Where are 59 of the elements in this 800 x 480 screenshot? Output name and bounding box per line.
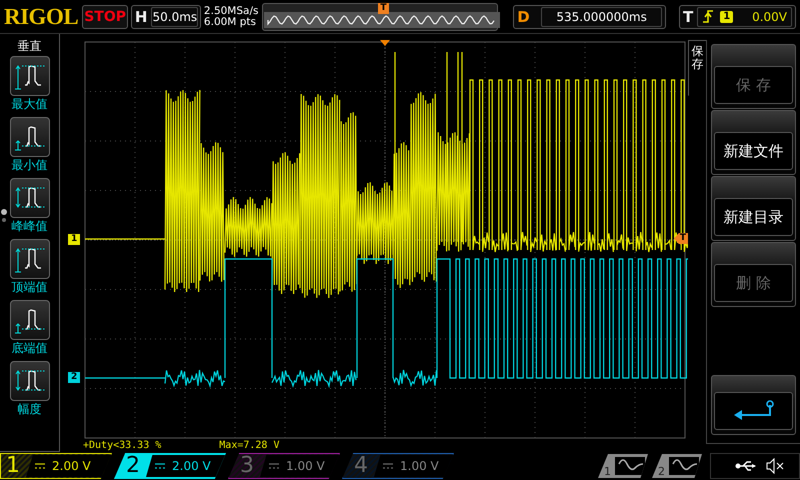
dc-coupling-icon — [154, 462, 166, 470]
sine-wave-icon — [667, 456, 701, 476]
speaker-muted-icon — [765, 458, 785, 474]
measure-button[interactable] — [10, 239, 50, 279]
measure-label: 顶端值 — [12, 279, 48, 295]
measure-label: 幅度 — [18, 401, 42, 417]
delay-value: 535.000000ms — [541, 6, 662, 26]
menu-tab[interactable]: 保存 — [688, 40, 706, 109]
return-arrow-icon — [732, 399, 776, 423]
measurement-readout: Max=7.28 V — [219, 440, 280, 452]
measure-label: 最小值 — [12, 157, 48, 173]
measure-button[interactable] — [10, 56, 50, 96]
delay-box[interactable]: D 535.000000ms — [513, 4, 666, 28]
brand-logo: RIGOL — [4, 4, 80, 30]
measure-label: 底端值 — [12, 340, 48, 356]
trigger-position-icon — [380, 40, 390, 46]
channel-tab[interactable]: 3 1.00 V — [228, 453, 340, 479]
menu-tab-label: 保存 — [692, 43, 704, 74]
trigger-source-badge: 1 — [720, 10, 734, 22]
softkey-button[interactable]: 新建目录 — [711, 176, 796, 241]
generator-button[interactable]: 1 — [598, 454, 648, 478]
dc-coupling-icon — [34, 462, 46, 470]
memory-depth: 6.00M pts — [204, 16, 257, 28]
measure-label: 最大值 — [12, 96, 48, 112]
trigger-label: T — [682, 8, 694, 26]
sine-wave-icon — [613, 456, 647, 476]
softkey-button[interactable]: 新建文件 — [711, 110, 796, 175]
rising-edge-icon — [702, 8, 714, 24]
usb-icon — [735, 460, 757, 472]
horizontal-scale-box[interactable]: H 50.0ms — [130, 4, 201, 28]
horizontal-label: H — [134, 8, 148, 26]
measurement-readout: +Duty<33.33 % — [83, 440, 162, 452]
run-stop-button[interactable]: STOP — [82, 4, 128, 28]
generator-button[interactable]: 2 — [652, 454, 702, 478]
menu-title: 垂直 — [18, 38, 42, 54]
horizontal-scale-value: 50.0ms — [151, 6, 198, 26]
dc-coupling-icon — [268, 462, 280, 470]
trigger-level-value: 0.00V — [752, 10, 787, 24]
measure-button[interactable] — [10, 117, 50, 157]
channel-tab[interactable]: 4 1.00 V — [342, 453, 454, 479]
measure-button[interactable] — [10, 361, 50, 401]
sample-rate: 2.50MSa/s — [204, 6, 260, 16]
measure-label: 峰峰值 — [12, 218, 48, 234]
trigger-box[interactable]: T 1 0.00V — [678, 4, 796, 28]
delay-label: D — [517, 8, 531, 26]
channel-scale: 1.00 V — [286, 459, 325, 473]
measure-button[interactable] — [10, 300, 50, 340]
trigger-position-marker: T — [378, 2, 389, 14]
measure-button[interactable] — [10, 178, 50, 218]
channel-marker[interactable]: 2 — [68, 372, 80, 383]
channel-scale: 1.00 V — [400, 459, 439, 473]
channel-tab[interactable]: 2 2.00 V — [114, 453, 226, 479]
channel-marker[interactable]: 1 — [68, 234, 80, 245]
page-indicator-icon — [0, 208, 8, 224]
channel-scale: 2.00 V — [172, 459, 211, 473]
softkey-button[interactable] — [711, 375, 796, 435]
channel-tab[interactable]: 1 2.00 V — [0, 453, 112, 479]
dc-coupling-icon — [382, 462, 394, 470]
channel-scale: 2.00 V — [52, 459, 91, 473]
